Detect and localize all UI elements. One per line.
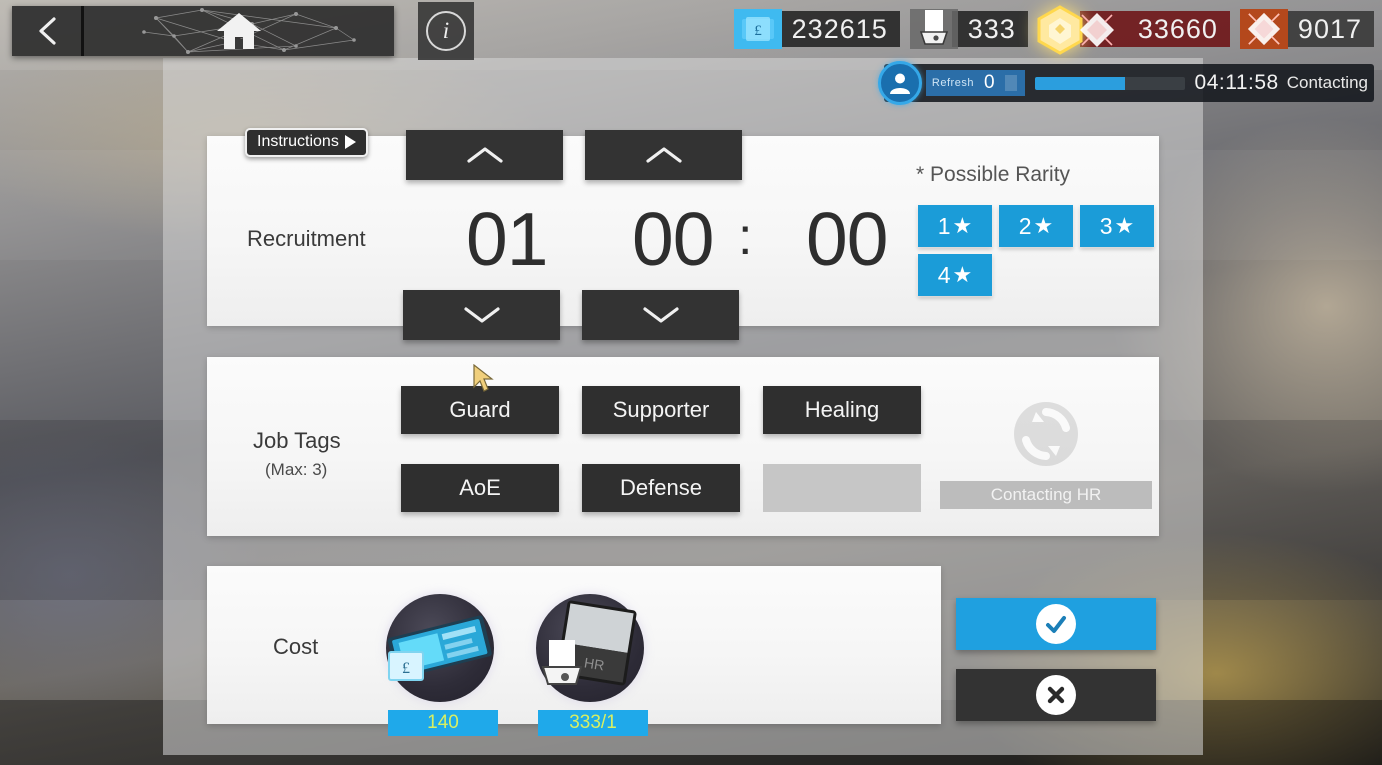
- cost-item-lmd: £ 140: [377, 592, 509, 736]
- refresh-label: Refresh: [931, 77, 974, 89]
- contacting-hr-button: Contacting HR: [940, 481, 1152, 509]
- info-icon: i: [426, 11, 466, 51]
- cost-badge-lmd: 140: [388, 710, 498, 736]
- mouse-cursor-icon: [473, 364, 494, 392]
- cost-item-permit: HR 333/1: [527, 592, 659, 736]
- job-tag-healing[interactable]: Healing: [763, 386, 921, 434]
- info-button[interactable]: i: [418, 2, 474, 60]
- star-icon: ★: [1033, 213, 1054, 238]
- play-triangle-icon: [344, 135, 356, 149]
- svg-text:£: £: [402, 660, 410, 677]
- job-tags-sublabel: (Max: 3): [265, 460, 328, 479]
- timer-hours: 01: [466, 197, 548, 281]
- originite-prime-icon: [1239, 9, 1288, 49]
- recruitment-permit-icon: HR: [541, 600, 637, 686]
- counter-permit-value: 333: [951, 11, 1028, 47]
- job-tag-label: Defense: [620, 475, 702, 500]
- timer-seconds: 00: [806, 197, 888, 281]
- chevron-down-icon: [642, 307, 679, 323]
- job-tag-label: Guard: [449, 397, 511, 422]
- job-tag-label: Supporter: [612, 397, 710, 422]
- star-icon: ★: [1114, 213, 1135, 238]
- possible-rarity-title: * Possible Rarity: [916, 163, 1071, 186]
- orundum-icon: [1079, 13, 1114, 47]
- chevron-left-icon: [38, 17, 56, 45]
- star-icon: ★: [952, 262, 973, 287]
- navigation-group: [12, 6, 394, 56]
- top-bar: i £ 232615 333 33660 9017: [0, 0, 1382, 62]
- minutes-decrement-button[interactable]: [582, 290, 739, 340]
- job-tag-empty-slot: [763, 464, 921, 512]
- chevron-down-icon: [463, 307, 500, 323]
- confirm-button[interactable]: [956, 598, 1156, 650]
- svg-text:£: £: [754, 23, 762, 39]
- recruitment-permit-icon: [909, 9, 958, 49]
- back-button[interactable]: [12, 6, 84, 56]
- currency-counters: £ 232615 333 33660 9017: [733, 5, 1374, 55]
- refresh-timer: 04:11:58: [1194, 71, 1279, 94]
- job-tag-defense[interactable]: Defense: [582, 464, 740, 512]
- refresh-count: 0: [983, 72, 995, 93]
- home-button[interactable]: [84, 6, 394, 56]
- rarity-chip-3-star[interactable]: 3 ★: [1080, 205, 1154, 247]
- job-tag-label: AoE: [459, 475, 501, 500]
- refresh-progress-fill: [1034, 76, 1125, 90]
- cost-item-icon-wrapper: HR: [527, 592, 653, 704]
- check-circle-icon: [1036, 604, 1076, 644]
- chevron-up-icon: [466, 147, 503, 163]
- cost-item-icon-wrapper: £: [377, 592, 503, 704]
- counter-orundum[interactable]: 33660: [1037, 5, 1230, 55]
- close-circle-icon: [1036, 675, 1076, 715]
- job-tags-label: Job Tags: [253, 428, 341, 453]
- cancel-button[interactable]: [956, 669, 1156, 721]
- hours-increment-button[interactable]: [406, 130, 563, 180]
- cost-badge-permit: 333/1: [538, 710, 648, 736]
- refresh-state-label: Contacting: [1286, 73, 1368, 92]
- chevron-up-icon: [645, 147, 682, 163]
- instructions-label: Instructions: [257, 133, 339, 150]
- player-avatar-icon[interactable]: [877, 61, 922, 105]
- recruitment-label: Recruitment: [247, 226, 366, 251]
- svg-text:HR: HR: [583, 654, 605, 673]
- job-tag-supporter[interactable]: Supporter: [582, 386, 740, 434]
- possible-rarity-list: 1 ★ 2 ★ 3 ★ 4 ★: [918, 205, 1168, 296]
- lmd-stack-icon: £: [387, 615, 492, 681]
- cost-label: Cost: [273, 634, 319, 659]
- star-icon: ★: [952, 213, 973, 238]
- minutes-increment-button[interactable]: [585, 130, 742, 180]
- job-tag-label: Healing: [804, 397, 880, 422]
- home-icon: [217, 13, 261, 49]
- counter-lmd[interactable]: £ 232615: [733, 9, 900, 49]
- counter-lmd-value: 232615: [775, 11, 900, 47]
- rarity-chip-number: 3: [1099, 212, 1113, 239]
- job-tag-aoe[interactable]: AoE: [401, 464, 559, 512]
- counter-originite[interactable]: 9017: [1239, 9, 1374, 49]
- rarity-chip-number: 4: [937, 261, 951, 288]
- refresh-slot: [1004, 75, 1017, 91]
- refresh-status-strip: Refresh 0 04:11:58 Contacting: [877, 61, 1374, 105]
- refresh-progress-bar: [1034, 76, 1185, 90]
- contacting-hr-label: Contacting HR: [990, 485, 1102, 504]
- instructions-button[interactable]: Instructions: [245, 128, 368, 157]
- rarity-chip-2-star[interactable]: 2 ★: [999, 205, 1073, 247]
- hours-decrement-button[interactable]: [403, 290, 560, 340]
- rarity-chip-number: 1: [937, 212, 951, 239]
- timer-separator-1: :: [738, 208, 753, 266]
- counter-permit[interactable]: 333: [909, 9, 1028, 49]
- counter-originite-value: 9017: [1281, 11, 1374, 47]
- refresh-cycle-icon: [1014, 402, 1078, 466]
- rarity-chip-1-star[interactable]: 1 ★: [918, 205, 992, 247]
- lmd-icon: £: [733, 9, 782, 49]
- rarity-chip-number: 2: [1018, 212, 1032, 239]
- rarity-chip-4-star[interactable]: 4 ★: [918, 254, 992, 296]
- refresh-counter[interactable]: Refresh 0: [925, 70, 1025, 96]
- timer-minutes: 00: [632, 197, 714, 281]
